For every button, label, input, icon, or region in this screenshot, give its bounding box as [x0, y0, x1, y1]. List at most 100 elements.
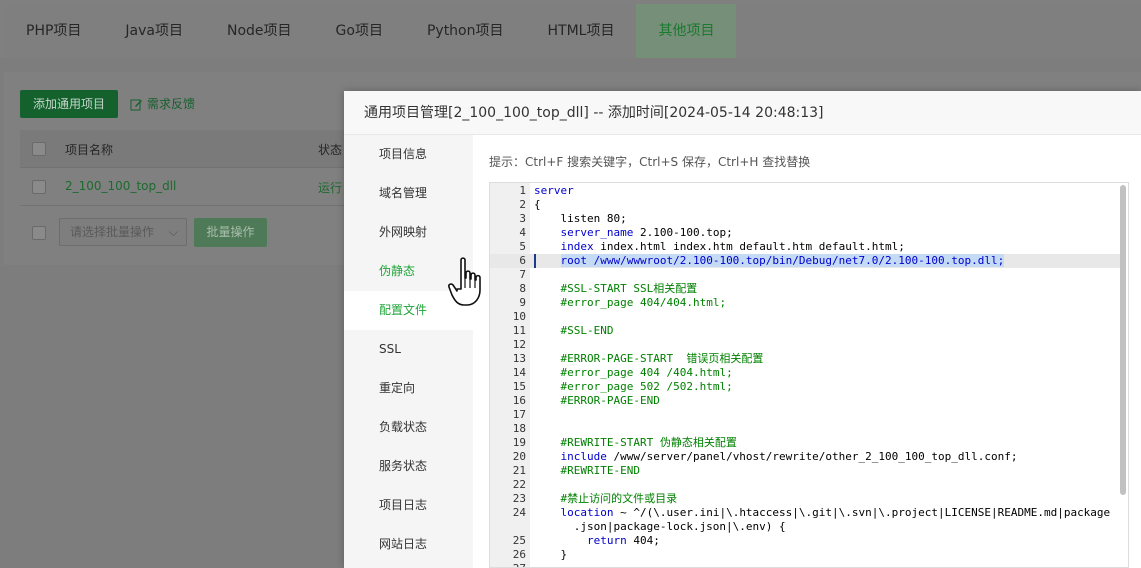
code-line[interactable]: 23 #禁止访问的文件或目录	[490, 492, 1120, 506]
code-token: server	[534, 184, 574, 197]
line-code: #REWRITE-END	[534, 464, 640, 478]
line-number: 25	[512, 534, 526, 547]
code-line[interactable]: 20 include /www/server/panel/vhost/rewri…	[490, 450, 1120, 464]
code-token: }	[534, 548, 568, 561]
add-project-button[interactable]: 添加通用项目	[20, 90, 118, 118]
code-line[interactable]: 1 server	[490, 184, 1120, 198]
dialog-nav-item[interactable]: 服务状态	[344, 447, 473, 486]
code-line[interactable]: 8 #SSL-START SSL相关配置	[490, 282, 1120, 296]
code-token: include	[560, 450, 607, 463]
dialog-nav-item[interactable]: 项目日志	[344, 486, 473, 525]
tab-0[interactable]: PHP项目	[4, 4, 103, 58]
line-code: location ~ ^/(\.user.ini|\.htaccess|\.gi…	[534, 506, 1111, 520]
batch-operation-button[interactable]: 批量操作	[194, 218, 267, 247]
feedback-label: 需求反馈	[147, 97, 196, 111]
code-line[interactable]: 15 #error_page 502 /502.html;	[490, 380, 1120, 394]
tab-6[interactable]: 其他项目	[636, 4, 737, 58]
dialog-nav-item[interactable]: 网站日志	[344, 525, 473, 564]
line-code: #ERROR-PAGE-START 错误页相关配置	[534, 352, 764, 366]
code-line[interactable]: 25 return 404;	[490, 534, 1120, 548]
code-line[interactable]: 11 #SSL-END	[490, 324, 1120, 338]
line-number: 10	[512, 310, 526, 323]
column-header-status: 状态	[318, 143, 343, 157]
column-header-name: 项目名称	[65, 143, 114, 157]
project-manage-dialog: 通用项目管理[2_100_100_top_dll] -- 添加时间[2024-0…	[344, 91, 1141, 568]
line-code: #SSL-START SSL相关配置	[534, 282, 698, 296]
project-name-link[interactable]: 2_100_100_top_dll	[65, 179, 176, 193]
code-line[interactable]: 2{	[490, 198, 1120, 212]
code-token: .json|package-lock.json|\.env) {	[534, 520, 786, 533]
code-token: index	[560, 240, 594, 253]
feedback-link[interactable]: 需求反馈	[130, 90, 195, 118]
line-number: 9	[519, 296, 526, 309]
code-line[interactable]: 27	[490, 562, 1120, 567]
code-token: root /www/wwwroot/2.100-100.top/bin/Debu…	[560, 254, 1005, 267]
code-line[interactable]: 12	[490, 338, 1120, 352]
row-checkbox[interactable]	[32, 180, 46, 194]
line-number: 21	[512, 464, 526, 477]
code-line[interactable]: 9 #error_page 404/404.html;	[490, 296, 1120, 310]
line-number: 2	[519, 198, 526, 211]
code-line[interactable]: 7	[490, 268, 1120, 282]
line-number: 26	[512, 548, 526, 561]
code-line[interactable]: 17	[490, 408, 1120, 422]
line-number: 16	[512, 394, 526, 407]
code-line[interactable]: 13 #ERROR-PAGE-START 错误页相关配置	[490, 352, 1120, 366]
code-line[interactable]: 24 location ~ ^/(\.user.ini|\.htaccess|\…	[490, 506, 1120, 520]
line-code: #禁止访问的文件或目录	[534, 492, 678, 506]
table-row[interactable]: 2_100_100_top_dll 运行	[20, 168, 360, 206]
tab-2[interactable]: Node项目	[205, 4, 314, 58]
dialog-nav-item[interactable]: 域名管理	[344, 174, 473, 213]
code-content[interactable]: 1 server 2{3 listen 80; 4 server_name 2.100…	[490, 184, 1120, 567]
edit-icon	[130, 99, 142, 110]
text-cursor	[534, 254, 536, 268]
config-code-editor[interactable]: 1 server 2{3 listen 80; 4 server_name 2.100…	[489, 182, 1129, 568]
batch-operation-select[interactable]: 请选择批量操作 ⌵	[59, 218, 187, 246]
code-line[interactable]: 21 #REWRITE-END	[490, 464, 1120, 478]
batch-checkbox[interactable]	[32, 226, 46, 240]
code-line[interactable]: 18	[490, 422, 1120, 436]
code-line[interactable]: 6 root /www/wwwroot/2.100-100.top/bin/De…	[490, 254, 1120, 268]
code-line[interactable]: 4 server_name 2.100-100.top;	[490, 226, 1120, 240]
tab-3[interactable]: Go项目	[314, 4, 405, 58]
tab-1[interactable]: Java项目	[103, 4, 205, 58]
dialog-nav-item[interactable]: SSL	[344, 330, 473, 369]
code-token: #REWRITE-END	[560, 464, 640, 477]
code-line[interactable]: 19 #REWRITE-START 伪静态相关配置	[490, 436, 1120, 450]
line-number: 15	[512, 380, 526, 393]
dialog-title: 通用项目管理[2_100_100_top_dll] -- 添加时间[2024-0…	[344, 91, 1141, 135]
dialog-nav-item[interactable]: 项目信息	[344, 135, 473, 174]
tab-5[interactable]: HTML项目	[526, 4, 637, 58]
dialog-nav-item[interactable]: 负载状态	[344, 408, 473, 447]
code-token: listen 80;	[534, 212, 627, 225]
editor-scrollbar[interactable]	[1120, 185, 1126, 495]
line-code: #SSL-END	[534, 324, 614, 338]
line-number: 6	[519, 254, 526, 267]
line-code: return 404;	[534, 534, 660, 548]
code-token: #error_page 404/404.html;	[560, 296, 727, 309]
line-code: #error_page 502 /502.html;	[534, 380, 733, 394]
line-number: 23	[512, 492, 526, 505]
dialog-nav-item[interactable]: 重定向	[344, 369, 473, 408]
dialog-nav-item[interactable]: 外网映射	[344, 213, 473, 252]
line-number: 7	[519, 268, 526, 281]
code-line[interactable]: 16 #ERROR-PAGE-END	[490, 394, 1120, 408]
line-number: 14	[512, 366, 526, 379]
code-token: return	[586, 534, 627, 547]
code-line[interactable]: 14 #error_page 404 /404.html;	[490, 366, 1120, 380]
code-line[interactable]: 22	[490, 478, 1120, 492]
code-token: #error_page 502 /502.html;	[560, 380, 733, 393]
code-line[interactable]: 3 listen 80;	[490, 212, 1120, 226]
line-number: 22	[512, 478, 526, 491]
line-code: .json|package-lock.json|\.env) {	[534, 520, 786, 534]
editor-tip: 提示：Ctrl+F 搜索关键字，Ctrl+S 保存，Ctrl+H 查找替换	[489, 155, 811, 169]
tab-4[interactable]: Python项目	[405, 4, 526, 58]
code-line[interactable]: 5 index index.html index.htm default.htm…	[490, 240, 1120, 254]
code-line[interactable]: .json|package-lock.json|\.env) {	[490, 520, 1120, 534]
code-line[interactable]: 26 }	[490, 548, 1120, 562]
select-all-checkbox[interactable]	[32, 142, 46, 156]
table-header: 项目名称 状态	[20, 130, 360, 168]
code-line[interactable]: 10	[490, 310, 1120, 324]
